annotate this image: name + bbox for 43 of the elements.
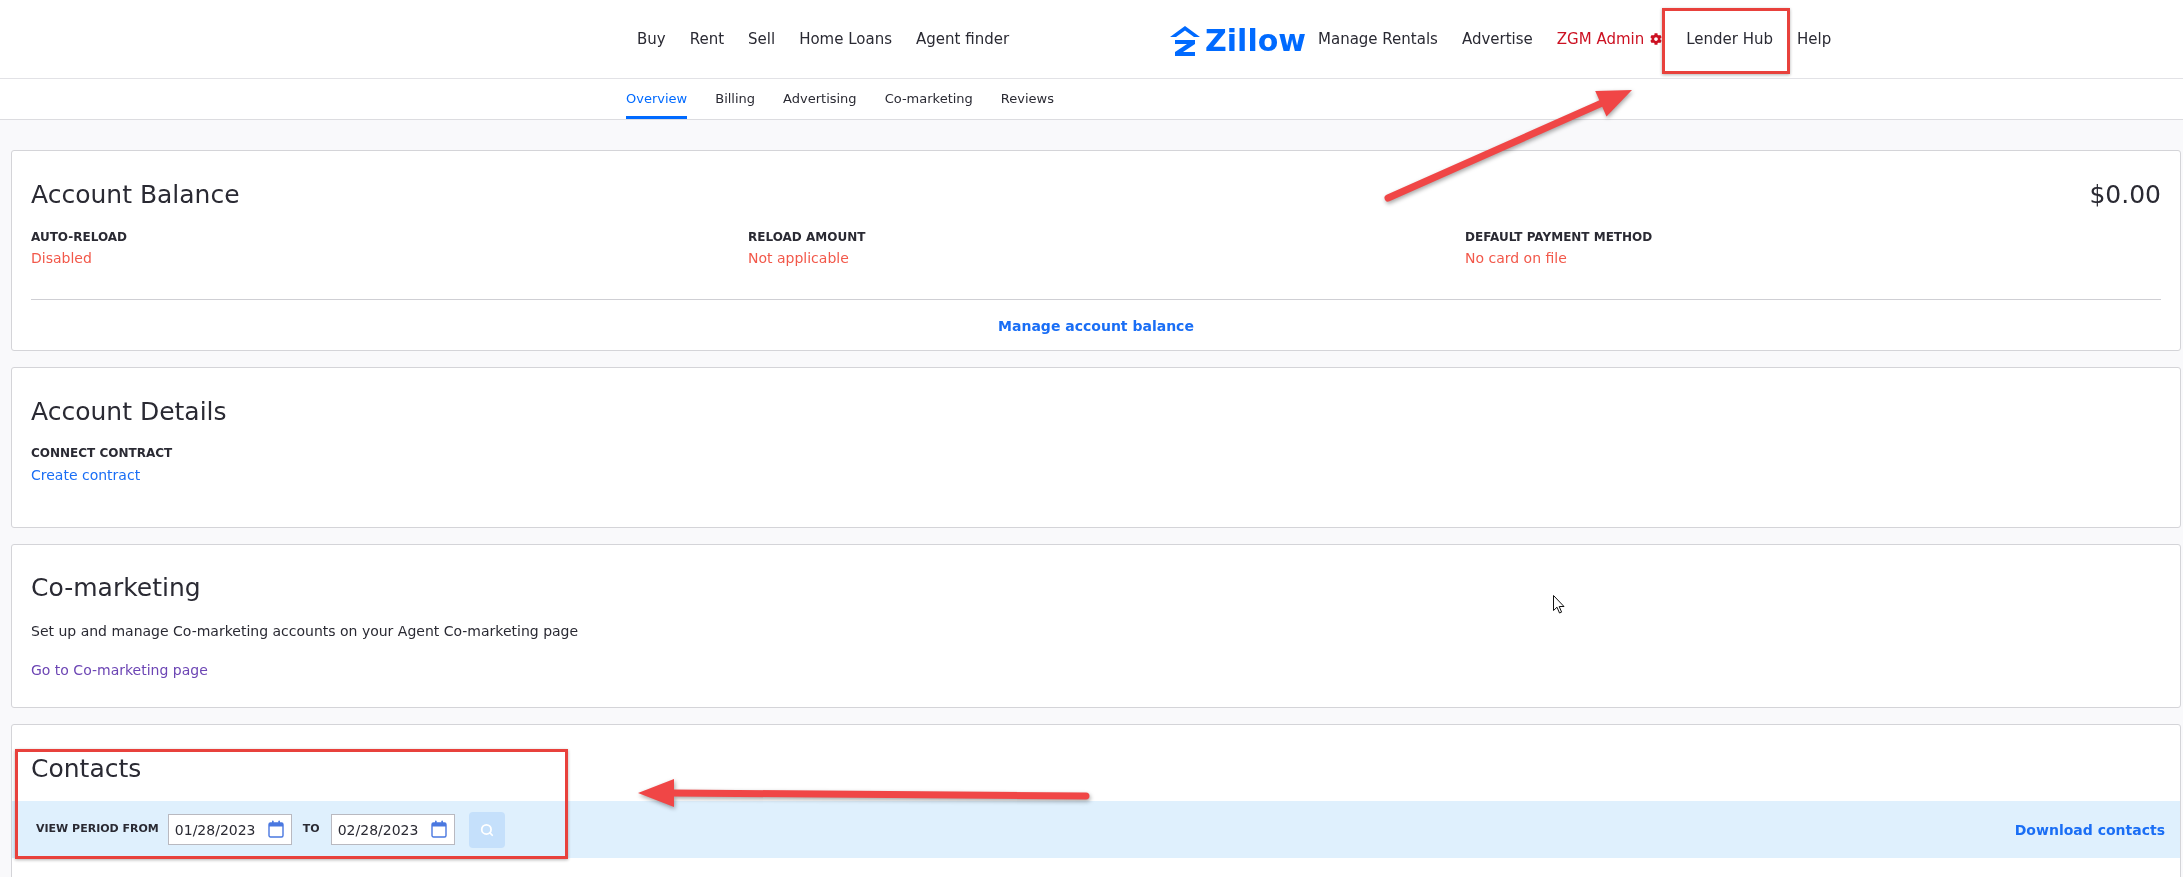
- section-title: Account Details: [31, 397, 227, 427]
- nav-link[interactable]: Sell: [736, 0, 788, 78]
- tab[interactable]: Reviews: [1000, 79, 1054, 119]
- logo-link[interactable]: Zillow: [1169, 0, 1306, 78]
- nav-link[interactable]: Home Loans: [787, 0, 904, 78]
- nav-link[interactable]: Rent: [677, 0, 737, 78]
- nav-link[interactable]: Buy: [625, 0, 678, 78]
- mouse-pointer-icon: [1553, 595, 1565, 614]
- link[interactable]: Go to Co-marketing page: [31, 660, 208, 680]
- field-value: Not applicable: [748, 249, 849, 268]
- link[interactable]: Create contract: [31, 465, 141, 485]
- section-title: Contacts: [31, 754, 142, 784]
- gear-icon: [1650, 33, 1663, 45]
- nav-link[interactable]: Advertise: [1449, 0, 1545, 78]
- field-label: CONNECT CONTRACT: [31, 445, 173, 461]
- nav-link[interactable]: Lender Hub: [1674, 0, 1786, 78]
- nav-link[interactable]: Help: [1785, 0, 1844, 78]
- date-field[interactable]: 02/28/2023: [330, 814, 455, 845]
- field-label: RELOAD AMOUNT: [748, 229, 866, 245]
- field-label: AUTO-RELOAD: [31, 229, 128, 245]
- link[interactable]: Download contacts: [2014, 819, 2165, 840]
- search-icon: [479, 822, 494, 837]
- section-title: Account Balance: [31, 180, 240, 210]
- balance-amount: $0.00: [2089, 180, 2161, 210]
- tab[interactable]: Co-marketing: [884, 79, 973, 119]
- nav-link[interactable]: Agent finder: [904, 0, 1022, 78]
- field-label: TO: [302, 821, 320, 838]
- tab[interactable]: Advertising: [783, 79, 857, 119]
- field-value: No card on file: [1465, 249, 1567, 268]
- field-label: VIEW PERIOD FROM: [36, 821, 159, 838]
- nav-link[interactable]: Manage Rentals: [1306, 0, 1450, 78]
- date-field[interactable]: 01/28/2023: [167, 814, 292, 845]
- field-label: DEFAULT PAYMENT METHOD: [1465, 229, 1653, 245]
- description: Set up and manage Co-marketing accounts on your Agent Co-marketing page: [31, 622, 579, 641]
- link[interactable]: Manage account balance: [998, 316, 1194, 336]
- field-value: Disabled: [31, 249, 92, 268]
- logo-icon: [1169, 25, 1202, 57]
- section-title: Co-marketing: [31, 573, 201, 603]
- calendar-icon: [267, 820, 284, 838]
- nav-link[interactable]: ZGM Admin: [1544, 0, 1675, 78]
- tab[interactable]: Billing: [715, 79, 756, 119]
- tab[interactable]: Overview: [626, 79, 688, 119]
- calendar-icon: [430, 820, 447, 838]
